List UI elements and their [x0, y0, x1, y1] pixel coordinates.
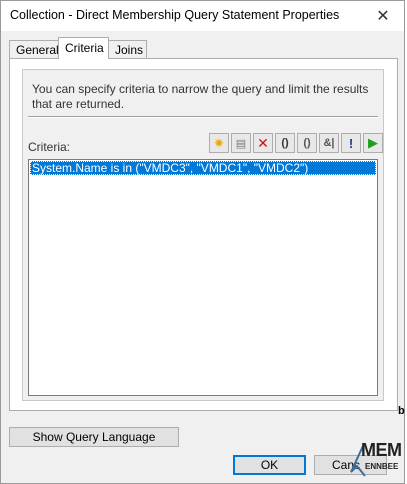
- show-query-language-button[interactable]: Show Query Language: [9, 427, 179, 447]
- delete-icon: ✕: [257, 134, 269, 151]
- new-criterion-button[interactable]: ✷: [209, 133, 229, 153]
- background-text: b: [398, 405, 405, 417]
- window-title: Collection - Direct Membership Query Sta…: [10, 8, 340, 22]
- and-operator-button[interactable]: &|: [319, 133, 339, 153]
- criteria-description: You can specify criteria to narrow the q…: [32, 82, 369, 111]
- list-item[interactable]: System.Name is in ("VMDC3", "VMDC1", "VM…: [30, 161, 376, 175]
- tab-label: General: [16, 43, 59, 57]
- run-button[interactable]: ▶: [363, 133, 383, 153]
- title-bar: Collection - Direct Membership Query Sta…: [1, 1, 404, 31]
- tab-joins[interactable]: Joins: [108, 40, 147, 58]
- criteria-group: You can specify criteria to narrow the q…: [22, 69, 384, 401]
- remove-parentheses-button[interactable]: (): [297, 133, 317, 153]
- divider: [28, 116, 378, 118]
- watermark-sub-text: ENNBEE: [365, 462, 399, 471]
- parentheses-new-icon: (): [281, 137, 289, 149]
- tab-general[interactable]: General: [9, 40, 59, 58]
- not-icon: !: [348, 135, 354, 151]
- tab-label: Criteria: [65, 41, 104, 55]
- tab-criteria[interactable]: Criteria: [58, 37, 109, 59]
- delete-button[interactable]: ✕: [253, 133, 273, 153]
- criteria-label: Criteria:: [28, 140, 71, 154]
- properties-dialog: Collection - Direct Membership Query Sta…: [0, 0, 405, 484]
- properties-icon: ▤: [235, 137, 247, 150]
- and-icon: &|: [323, 137, 335, 149]
- properties-button[interactable]: ▤: [231, 133, 251, 153]
- close-icon: ✕: [376, 8, 390, 25]
- watermark-logo: MEM ENNBEE: [347, 440, 405, 480]
- play-icon: ▶: [368, 135, 378, 150]
- tab-label: Joins: [115, 43, 144, 57]
- close-button[interactable]: ✕: [362, 1, 404, 31]
- ok-button[interactable]: OK: [233, 455, 306, 475]
- add-parentheses-button[interactable]: (): [275, 133, 295, 153]
- not-operator-button[interactable]: !: [341, 133, 361, 153]
- parentheses-remove-icon: (): [303, 137, 311, 149]
- criteria-toolbar: ✷ ▤ ✕ () () &| ! ▶: [209, 133, 383, 155]
- criteria-list[interactable]: System.Name is in ("VMDC3", "VMDC1", "VM…: [28, 159, 378, 396]
- criteria-tab-panel: You can specify criteria to narrow the q…: [9, 58, 398, 411]
- watermark-main-text: MEM: [361, 440, 402, 460]
- star-icon: ✷: [213, 134, 225, 151]
